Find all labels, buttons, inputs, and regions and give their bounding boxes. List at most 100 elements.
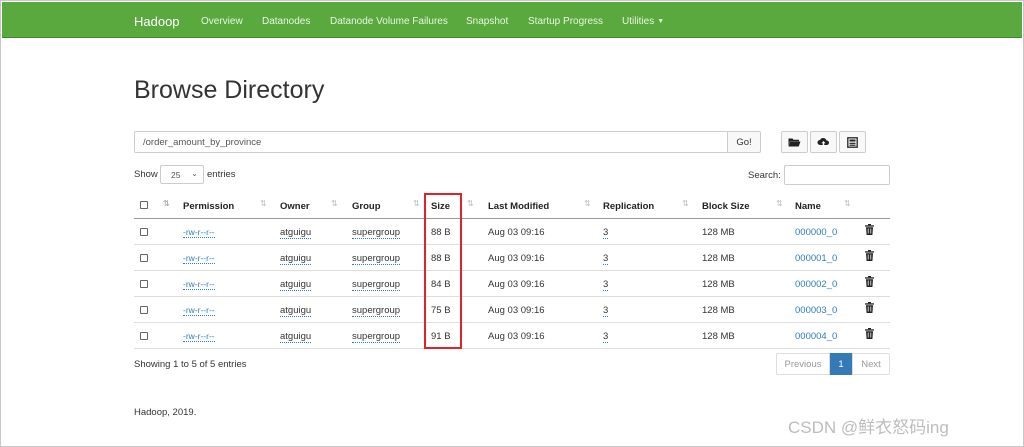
table-row: -rw-r--r-- atguigu supergroup 84 B Aug 0…	[134, 271, 890, 297]
file-name-link[interactable]: 000004_0	[795, 331, 837, 342]
row-checkbox[interactable]	[140, 280, 148, 288]
create-directory-button[interactable]	[781, 131, 808, 153]
block-size-cell: 128 MB	[702, 279, 735, 290]
permission-link[interactable]: -rw-r--r--	[183, 331, 215, 342]
directory-path-input[interactable]: /order_amount_by_province	[134, 131, 728, 153]
entries-summary: Showing 1 to 5 of 5 entries	[134, 359, 247, 370]
top-navbar: Hadoop Overview Datanodes Datanode Volum…	[2, 2, 1022, 38]
nav-overview[interactable]: Overview	[201, 16, 243, 27]
nav-utilities-dropdown[interactable]: Utilities ▼	[622, 16, 664, 27]
watermark: CSDN @鲜衣怒码ing	[788, 418, 949, 437]
sort-icon[interactable]: ⇅	[776, 199, 783, 208]
sort-icon[interactable]: ⇅	[682, 199, 689, 208]
previous-page-button[interactable]: Previous	[776, 353, 830, 375]
group-cell: supergroup	[352, 331, 401, 343]
sort-icon[interactable]: ⇅	[467, 199, 474, 208]
table-row: -rw-r--r-- atguigu supergroup 88 B Aug 0…	[134, 219, 890, 245]
permission-link[interactable]: -rw-r--r--	[183, 305, 215, 316]
page-1-button[interactable]: 1	[830, 353, 852, 375]
select-all-checkbox[interactable]	[140, 201, 148, 209]
modified-cell: Aug 03 09:16	[488, 253, 545, 264]
file-name-link[interactable]: 000002_0	[795, 279, 837, 290]
owner-cell: atguigu	[280, 279, 312, 291]
row-checkbox[interactable]	[140, 228, 148, 236]
replication-link[interactable]: 3	[603, 331, 609, 343]
file-name-link[interactable]: 000001_0	[795, 253, 837, 264]
table-row: -rw-r--r-- atguigu supergroup 91 B Aug 0…	[134, 323, 890, 349]
sort-icon[interactable]: ⇅	[163, 199, 170, 208]
caret-down-icon: ▼	[657, 18, 665, 25]
cut-paste-button[interactable]	[839, 131, 866, 153]
replication-link[interactable]: 3	[603, 253, 609, 265]
file-name-link[interactable]: 000003_0	[795, 305, 837, 316]
folder-open-icon	[788, 138, 801, 147]
block-size-cell: 128 MB	[702, 331, 735, 342]
group-cell: supergroup	[352, 305, 401, 317]
sort-icon[interactable]: ⇅	[584, 199, 591, 208]
nav-datanode-volume-failures[interactable]: Datanode Volume Failures	[330, 16, 448, 27]
search-label: Search:	[748, 170, 781, 181]
permission-link[interactable]: -rw-r--r--	[183, 279, 215, 290]
permission-link[interactable]: -rw-r--r--	[183, 253, 215, 264]
nav-utilities-label: Utilities	[622, 16, 655, 27]
row-checkbox[interactable]	[140, 306, 148, 314]
page-size-select[interactable]: 25 ⌄	[160, 165, 204, 184]
sort-icon[interactable]: ⇅	[413, 199, 420, 208]
block-size-cell: 128 MB	[702, 253, 735, 264]
replication-link[interactable]: 3	[603, 305, 609, 317]
block-size-cell: 128 MB	[702, 227, 735, 238]
group-cell: supergroup	[352, 227, 401, 239]
trash-icon[interactable]	[865, 302, 874, 313]
permission-link[interactable]: -rw-r--r--	[183, 227, 215, 238]
next-page-button[interactable]: Next	[852, 353, 890, 375]
replication-link[interactable]: 3	[603, 279, 609, 291]
trash-icon[interactable]	[865, 276, 874, 287]
col-last-modified[interactable]: Last Modified	[488, 201, 549, 212]
owner-cell: atguigu	[280, 253, 312, 265]
trash-icon[interactable]	[865, 328, 874, 339]
col-permission[interactable]: Permission	[183, 201, 234, 212]
col-name[interactable]: Name	[795, 201, 821, 212]
upload-cloud-icon	[817, 137, 830, 147]
nav-datanodes[interactable]: Datanodes	[262, 16, 310, 27]
table-header: ⇅ Permission ⇅ Owner ⇅ Group ⇅ Size ⇅ La…	[134, 193, 890, 219]
pagination: Previous 1 Next	[776, 353, 890, 375]
cut-paste-icon	[847, 136, 858, 148]
row-checkbox[interactable]	[140, 332, 148, 340]
brand-link[interactable]: Hadoop	[134, 14, 180, 29]
entries-label: entries	[207, 169, 236, 180]
owner-cell: atguigu	[280, 305, 312, 317]
group-cell: supergroup	[352, 253, 401, 265]
owner-cell: atguigu	[280, 331, 312, 343]
page-title: Browse Directory	[134, 76, 325, 104]
footer-copyright: Hadoop, 2019.	[134, 407, 197, 418]
group-cell: supergroup	[352, 279, 401, 291]
modified-cell: Aug 03 09:16	[488, 305, 545, 316]
sort-icon[interactable]: ⇅	[331, 199, 338, 208]
col-replication[interactable]: Replication	[603, 201, 654, 212]
upload-files-button[interactable]	[810, 131, 837, 153]
page-size-value: 25	[171, 170, 181, 180]
sort-icon[interactable]: ⇅	[844, 199, 851, 208]
go-button[interactable]: Go!	[727, 131, 761, 153]
table-row: -rw-r--r-- atguigu supergroup 75 B Aug 0…	[134, 297, 890, 323]
sort-icon[interactable]: ⇅	[260, 199, 267, 208]
file-name-link[interactable]: 000000_0	[795, 227, 837, 238]
nav-startup-progress[interactable]: Startup Progress	[528, 16, 603, 27]
modified-cell: Aug 03 09:16	[488, 331, 545, 342]
trash-icon[interactable]	[865, 224, 874, 235]
col-block-size[interactable]: Block Size	[702, 201, 750, 212]
nav-snapshot[interactable]: Snapshot	[466, 16, 508, 27]
modified-cell: Aug 03 09:16	[488, 227, 545, 238]
show-label: Show	[134, 169, 158, 180]
row-checkbox[interactable]	[140, 254, 148, 262]
size-column-highlight-box	[424, 193, 462, 349]
chevron-down-icon: ⌄	[191, 169, 198, 178]
replication-link[interactable]: 3	[603, 227, 609, 239]
col-group[interactable]: Group	[352, 201, 381, 212]
col-owner[interactable]: Owner	[280, 201, 310, 212]
modified-cell: Aug 03 09:16	[488, 279, 545, 290]
owner-cell: atguigu	[280, 227, 312, 239]
trash-icon[interactable]	[865, 250, 874, 261]
search-input[interactable]	[784, 165, 890, 185]
